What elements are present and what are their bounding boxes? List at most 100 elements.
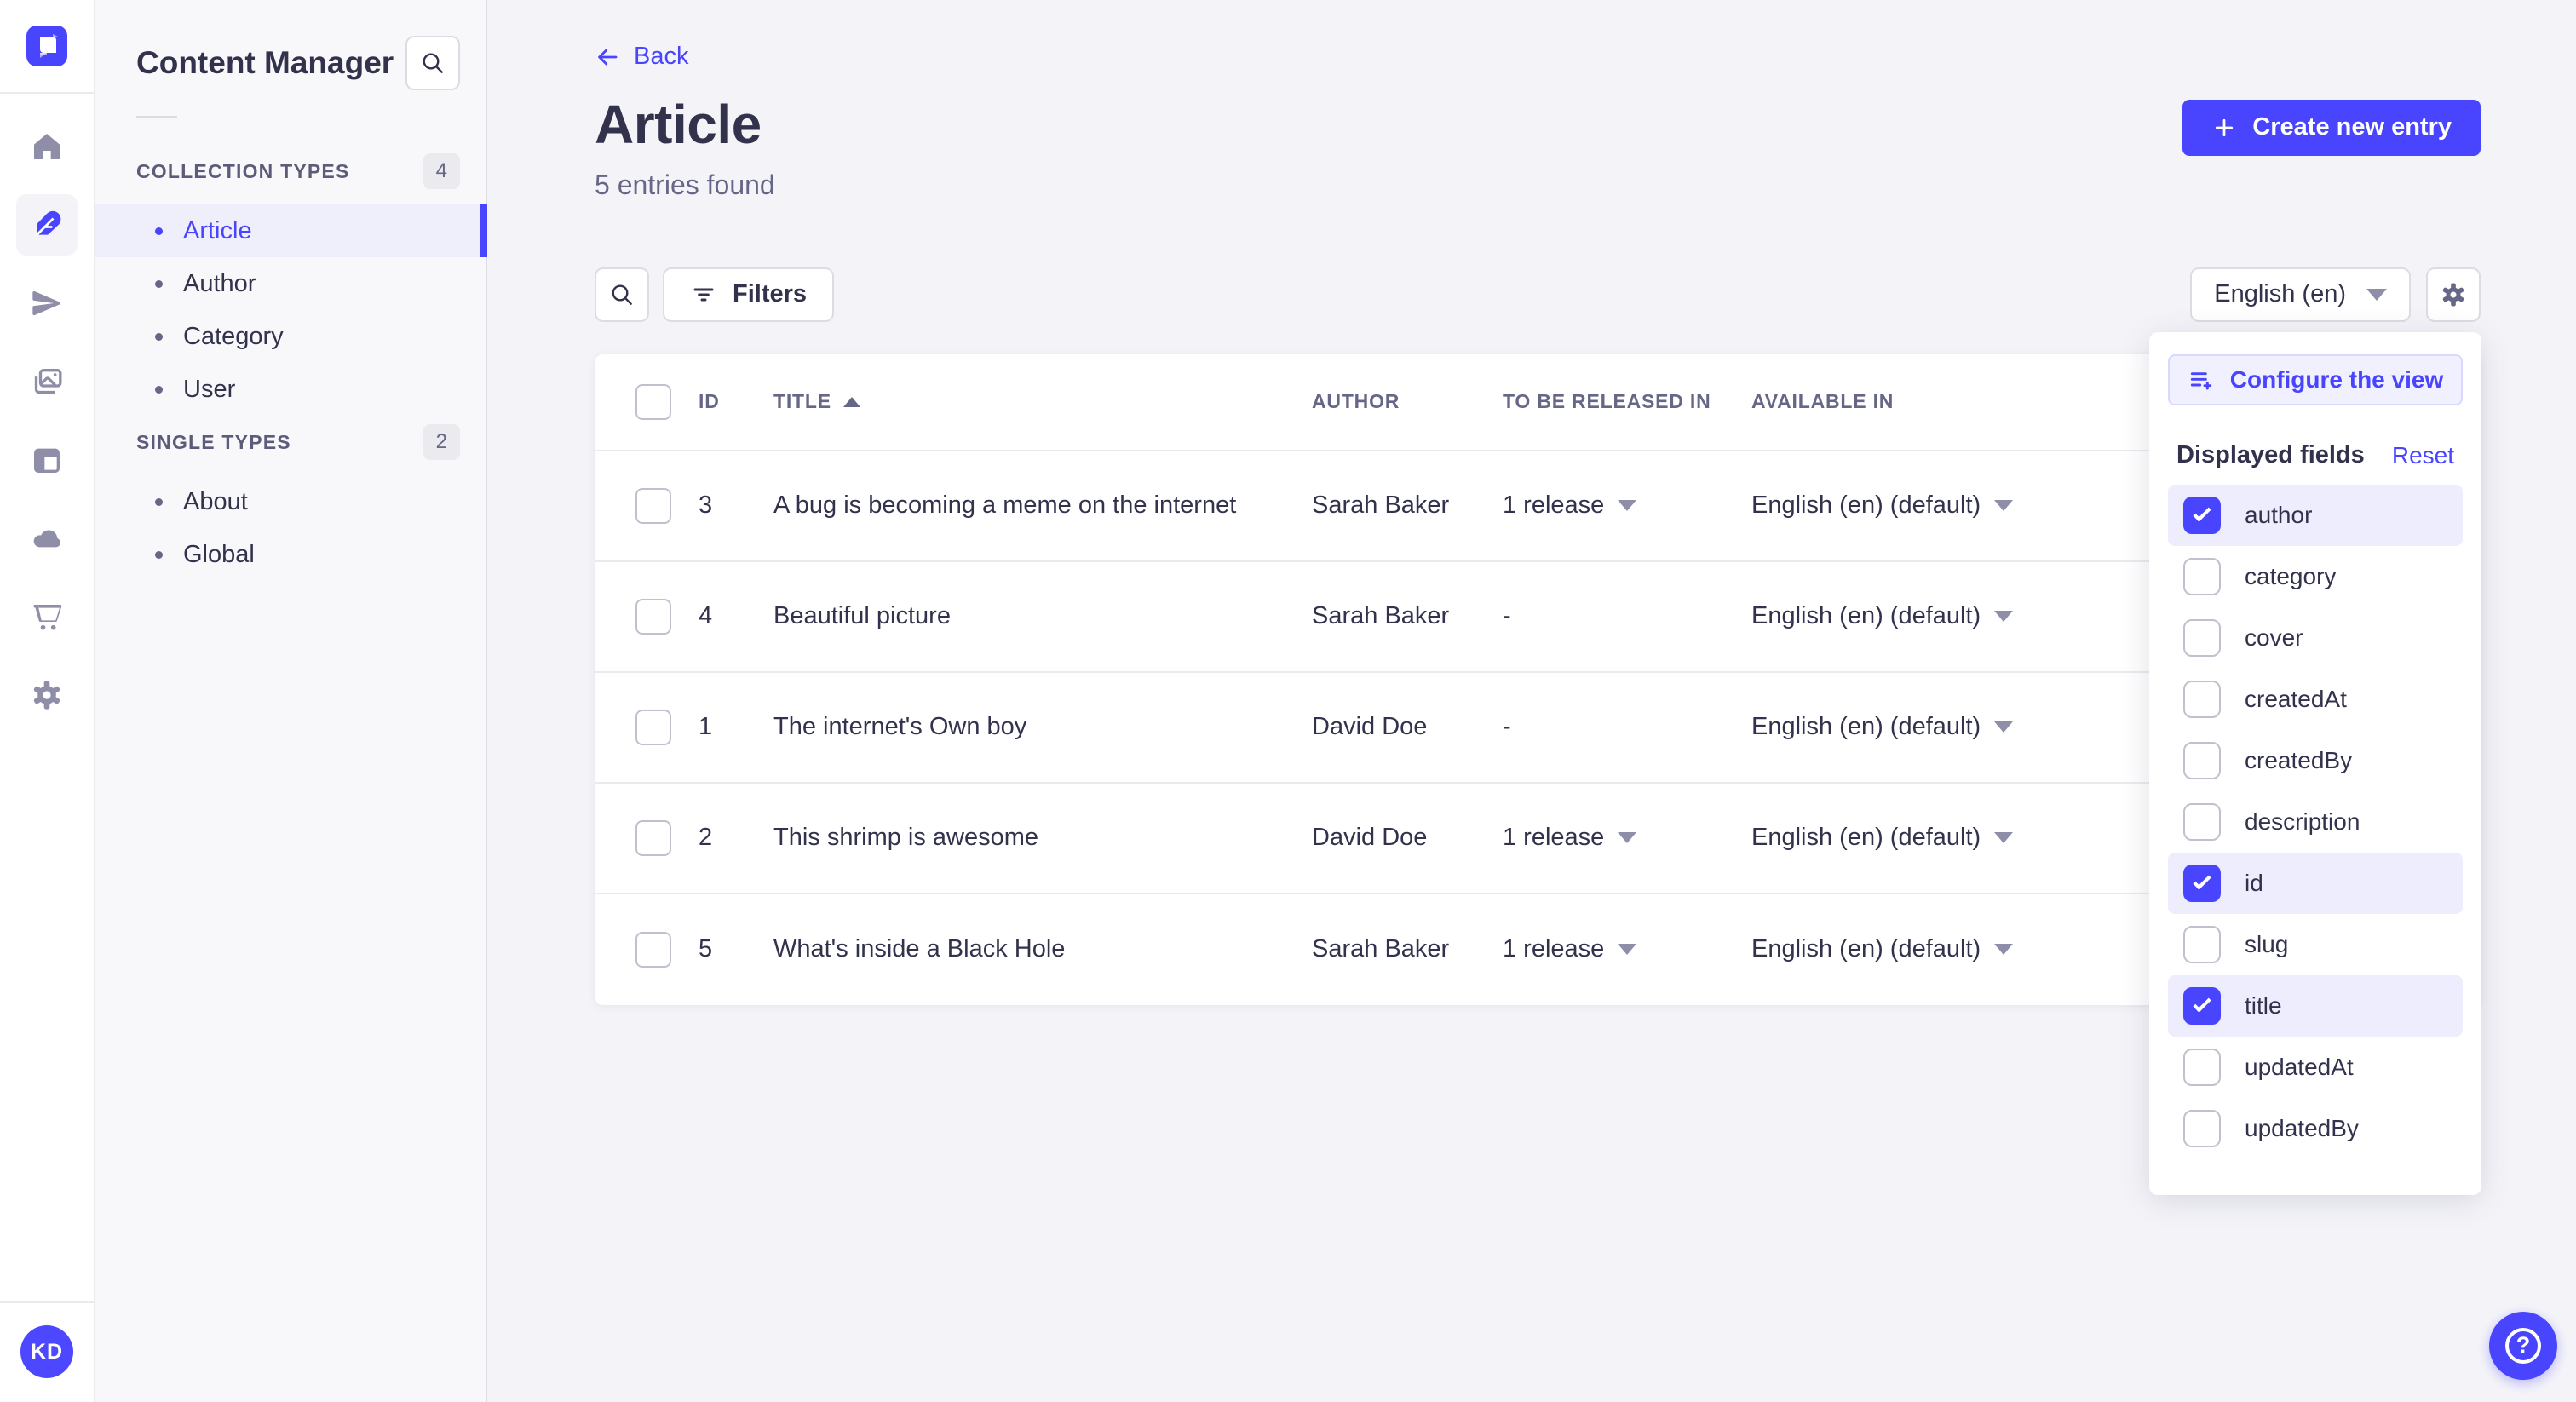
media-library-images-icon[interactable]: [16, 351, 78, 412]
row-released[interactable]: 1 release: [1503, 824, 1751, 852]
caret-down-icon: [1618, 500, 1637, 511]
view-settings-gear-button[interactable]: [2426, 267, 2481, 322]
gear-icon: [2442, 283, 2464, 306]
content-type-builder-layout-icon[interactable]: [16, 429, 78, 491]
caret-down-icon: [1994, 611, 2014, 622]
field-label: createdBy: [2245, 747, 2353, 773]
field-checkbox[interactable]: [2183, 497, 2221, 534]
row-checkbox[interactable]: [635, 598, 671, 635]
field-toggle-row[interactable]: createdBy: [2168, 730, 2463, 791]
subnav-title: Content Manager: [136, 45, 394, 80]
back-label: Back: [634, 43, 689, 70]
caret-down-icon: [1618, 832, 1637, 843]
field-toggle-row[interactable]: slug: [2168, 914, 2463, 975]
subnav-item[interactable]: About: [95, 475, 486, 528]
rail-divider: [0, 92, 95, 94]
subnav-item-label: User: [183, 375, 236, 403]
row-title: The internet's Own boy: [773, 713, 1027, 740]
column-header-id[interactable]: ID: [699, 390, 773, 413]
field-checkbox[interactable]: [2183, 987, 2221, 1025]
row-checkbox[interactable]: [635, 487, 671, 524]
rail-footer: KD: [0, 1301, 95, 1402]
deploy-cloud-icon[interactable]: [16, 508, 78, 569]
field-label: author: [2245, 502, 2313, 528]
subnav-search-button[interactable]: [405, 36, 460, 90]
row-released[interactable]: 1 release: [1503, 491, 1751, 520]
field-toggle-row[interactable]: updatedBy: [2168, 1098, 2463, 1159]
field-label: id: [2245, 870, 2263, 896]
releases-paper-plane-icon[interactable]: [16, 273, 78, 334]
caret-down-icon: [1994, 832, 2014, 843]
row-checkbox[interactable]: [635, 709, 671, 745]
bullet-icon: [155, 332, 163, 341]
column-header-released[interactable]: TO BE RELEASED IN: [1503, 390, 1751, 413]
row-id: 3: [699, 491, 713, 519]
section-count-badge: 2: [423, 424, 460, 460]
check-icon: [2193, 503, 2211, 522]
field-toggle-row[interactable]: title: [2168, 975, 2463, 1037]
view-settings-popover: Configure the view Displayed fields Rese…: [2149, 332, 2481, 1195]
field-checkbox[interactable]: [2183, 681, 2221, 718]
marketplace-cart-icon[interactable]: [16, 586, 78, 647]
subnav-item[interactable]: User: [95, 363, 486, 416]
subnav-item[interactable]: Category: [95, 310, 486, 363]
row-id: 1: [699, 713, 713, 740]
filters-button[interactable]: Filters: [663, 267, 835, 322]
filters-label: Filters: [733, 280, 808, 307]
configure-view-button[interactable]: Configure the view: [2168, 354, 2463, 405]
field-checkbox[interactable]: [2183, 865, 2221, 902]
row-checkbox[interactable]: [635, 931, 671, 968]
subnav-item[interactable]: Author: [95, 257, 486, 310]
back-link[interactable]: Back: [595, 43, 688, 71]
row-title: A bug is becoming a meme on the internet: [773, 491, 1237, 519]
row-author: Sarah Baker: [1312, 491, 1450, 519]
check-icon: [2193, 994, 2211, 1013]
row-released[interactable]: -: [1503, 602, 1751, 630]
bullet-icon: [155, 279, 163, 288]
section-count-badge: 4: [423, 153, 460, 189]
row-id: 4: [699, 602, 713, 629]
field-checkbox[interactable]: [2183, 1049, 2221, 1086]
strapi-logo[interactable]: [26, 26, 67, 66]
home-icon[interactable]: [16, 116, 78, 177]
field-checkbox[interactable]: [2183, 742, 2221, 779]
field-checkbox[interactable]: [2183, 926, 2221, 963]
row-released[interactable]: -: [1503, 713, 1751, 741]
subnav-item[interactable]: Article: [95, 204, 487, 257]
single-types-list: About Global: [95, 475, 486, 581]
bullet-icon: [155, 550, 163, 559]
field-toggle-row[interactable]: cover: [2168, 607, 2463, 669]
row-id: 2: [699, 824, 713, 851]
select-all-checkbox[interactable]: [635, 383, 671, 420]
settings-gear-icon[interactable]: [16, 664, 78, 726]
bullet-icon: [155, 497, 163, 506]
list-toolbar: Filters English (en): [595, 267, 2481, 322]
column-header-author[interactable]: AUTHOR: [1312, 390, 1503, 413]
field-label: createdAt: [2245, 686, 2347, 712]
search-icon: [612, 284, 632, 305]
field-toggle-row[interactable]: updatedAt: [2168, 1037, 2463, 1098]
field-checkbox[interactable]: [2183, 558, 2221, 595]
row-checkbox[interactable]: [635, 819, 671, 856]
field-toggle-row[interactable]: author: [2168, 485, 2463, 546]
search-button[interactable]: [595, 267, 649, 322]
help-button[interactable]: ?: [2489, 1312, 2557, 1380]
field-checkbox[interactable]: [2183, 619, 2221, 657]
field-toggle-row[interactable]: id: [2168, 853, 2463, 914]
row-released[interactable]: 1 release: [1503, 935, 1751, 963]
column-header-title[interactable]: TITLE: [773, 390, 1312, 413]
user-avatar[interactable]: KD: [20, 1325, 73, 1378]
field-checkbox[interactable]: [2183, 803, 2221, 841]
field-toggle-row[interactable]: createdAt: [2168, 669, 2463, 730]
content-manager-feather-icon[interactable]: [16, 194, 78, 256]
create-entry-button[interactable]: Create new entry: [2182, 99, 2481, 156]
caret-down-icon: [1994, 944, 2014, 955]
displayed-fields-title: Displayed fields: [2176, 441, 2365, 468]
page-heading: Article 5 entries found: [595, 93, 775, 201]
locale-select[interactable]: English (en): [2190, 267, 2411, 322]
subnav-item[interactable]: Global: [95, 528, 486, 581]
field-toggle-row[interactable]: description: [2168, 791, 2463, 853]
reset-link[interactable]: Reset: [2392, 442, 2454, 469]
field-checkbox[interactable]: [2183, 1110, 2221, 1147]
field-toggle-row[interactable]: category: [2168, 546, 2463, 607]
